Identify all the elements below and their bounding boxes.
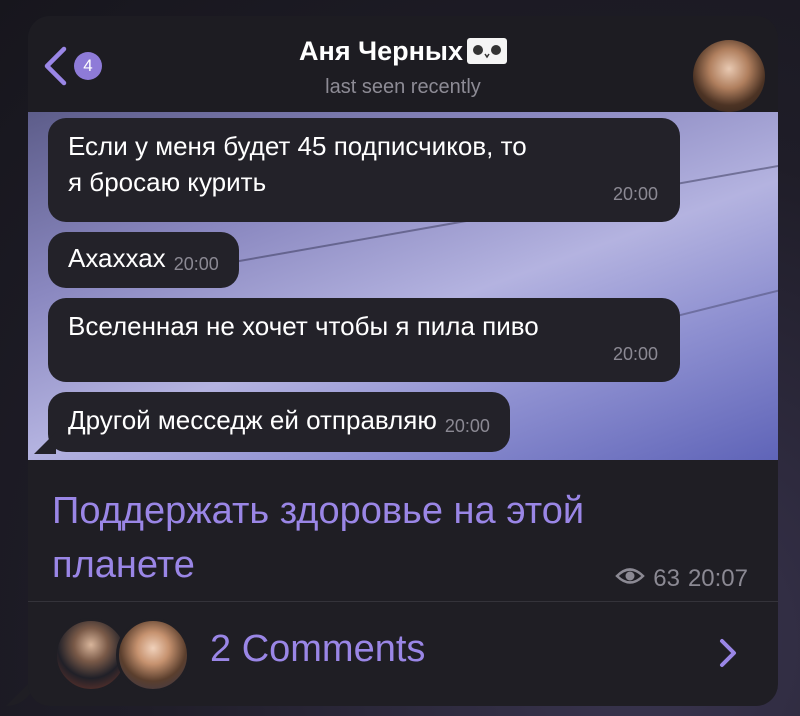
contact-name: Аня Черных [299, 36, 463, 66]
comments-label: 2 Comments [210, 628, 426, 670]
background: 4 Аня Черных last seen recently Если у м… [0, 0, 800, 716]
comments-button[interactable]: 2 Comments [28, 602, 778, 706]
message-text: Другой месседж ей отправляю [68, 405, 437, 435]
message-time: 20:00 [444, 416, 490, 436]
message-bubble[interactable]: Если у меня будет 45 подписчиков, то я б… [48, 118, 680, 222]
eye-icon [615, 565, 646, 593]
chat-wallpaper: Если у меня будет 45 подписчиков, то я б… [28, 112, 778, 460]
chat-header: 4 Аня Черных last seen recently [28, 16, 778, 112]
message-bubble[interactable]: Вселенная не хочет чтобы я пила пиво 20:… [48, 298, 680, 382]
contact-avatar[interactable] [693, 40, 765, 112]
message-time: 20:00 [612, 184, 658, 204]
message-time: 20:00 [612, 344, 658, 364]
last-seen-status: last seen recently [325, 76, 481, 98]
chat-title: Аня Черных [28, 36, 778, 67]
chevron-right-icon [718, 638, 738, 673]
caption-line: Поддержать здоровье на этой [52, 490, 585, 532]
message-text: Если у меня будет 45 подписчиков, то [68, 131, 527, 161]
message-bubble[interactable]: Другой месседж ей отправляю 20:00 [48, 392, 510, 452]
post-meta: 63 20:07 [615, 565, 748, 593]
channel-post[interactable]: 4 Аня Черных last seen recently Если у м… [28, 16, 778, 706]
commenter-avatar [116, 618, 190, 692]
message-text: я бросаю курить [68, 167, 267, 197]
view-count: 63 [653, 565, 680, 592]
message-text: Ахаххах [68, 243, 166, 273]
message-time: 20:00 [173, 254, 219, 274]
message-bubble[interactable]: Ахаххах 20:00 [48, 232, 239, 288]
message-text: Вселенная не хочет чтобы я пила пиво [68, 311, 539, 341]
emoji-face-icon [466, 38, 507, 64]
post-time: 20:07 [687, 565, 748, 592]
